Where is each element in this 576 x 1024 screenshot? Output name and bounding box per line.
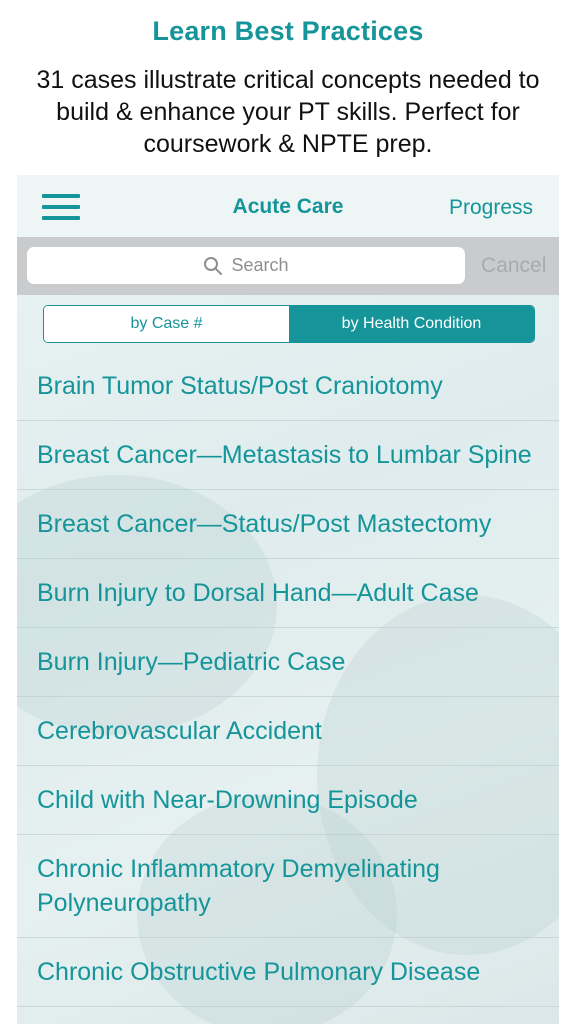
sort-segmented-control: by Case # by Health Condition (43, 305, 535, 343)
app-screen: Acute Care Progress Search Cancel by Cas… (17, 175, 559, 1024)
search-input[interactable]: Search (27, 247, 465, 284)
progress-button[interactable]: Progress (449, 196, 533, 220)
list-item[interactable]: Breast Cancer—Status/Post Mastectomy (17, 490, 559, 559)
list-item[interactable]: Chronic Inflammatory Demyelinating Polyn… (17, 835, 559, 938)
cancel-button[interactable]: Cancel (481, 254, 546, 278)
hamburger-menu-icon[interactable] (42, 194, 80, 220)
search-icon (204, 256, 223, 275)
nav-title: Acute Care (232, 195, 344, 218)
navigation-bar: Acute Care Progress (17, 175, 559, 237)
promo-subtitle: 31 cases illustrate critical concepts ne… (36, 66, 540, 158)
search-placeholder: Search (231, 255, 289, 275)
list-item[interactable]: Burn Injury to Dorsal Hand—Adult Case (17, 559, 559, 628)
list-item[interactable]: Cerebrovascular Accident (17, 697, 559, 766)
list-item[interactable]: Breast Cancer—Metastasis to Lumbar Spine (17, 421, 559, 490)
segment-by-case-number[interactable]: by Case # (44, 306, 289, 342)
case-list: Brain Tumor Status/Post Craniotomy Breas… (17, 352, 559, 1007)
list-item[interactable]: Burn Injury—Pediatric Case (17, 628, 559, 697)
segment-by-health-condition[interactable]: by Health Condition (289, 306, 534, 342)
list-item[interactable]: Child with Near-Drowning Episode (17, 766, 559, 835)
list-item[interactable]: Chronic Obstructive Pulmonary Disease (17, 938, 559, 1007)
promo-title: Learn Best Practices (152, 16, 424, 46)
list-item[interactable]: Brain Tumor Status/Post Craniotomy (17, 352, 559, 421)
search-bar: Search Cancel (17, 237, 559, 295)
